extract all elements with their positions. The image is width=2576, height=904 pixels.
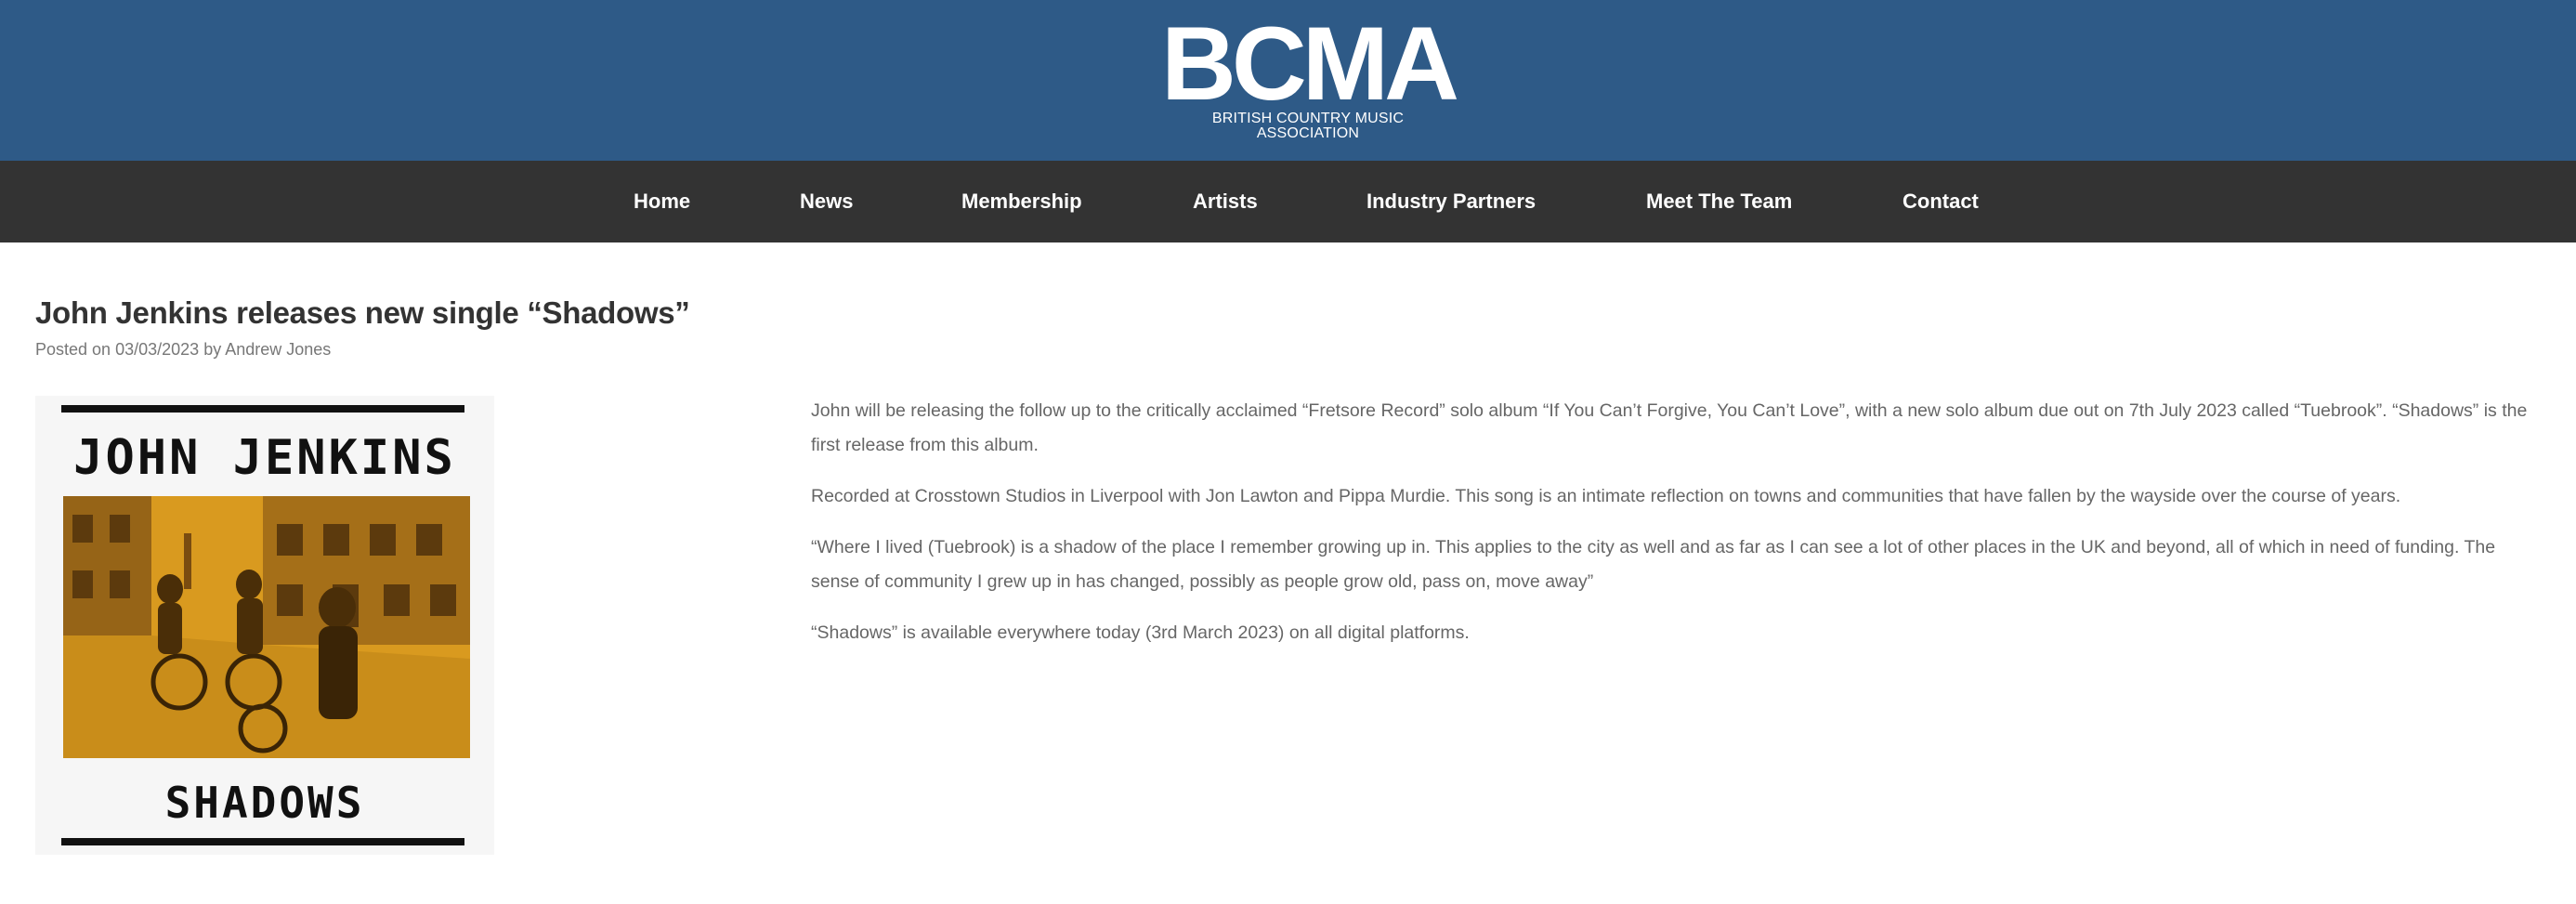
cover-artist-name: JOHN JENKINS — [73, 430, 456, 486]
post-content: John will be releasing the follow up to … — [811, 394, 2548, 667]
post-author-link[interactable]: Andrew Jones — [225, 340, 331, 359]
post-title: John Jenkins releases new single “Shadow… — [35, 295, 690, 330]
nav-item-artists[interactable]: Artists — [1193, 161, 1258, 242]
cover-single-title: SHADOWS — [164, 778, 365, 828]
post-meta-by: by — [203, 340, 222, 359]
nav-item-meet-the-team[interactable]: Meet The Team — [1646, 161, 1792, 242]
cover-bottom-rule — [61, 838, 464, 845]
single-cover-image: JOHN JENKINS SHADOWS — [35, 396, 494, 855]
site-logo[interactable]: BCMA BRITISH COUNTRY MUSIC ASSOCIATION — [1159, 6, 1459, 141]
nav-item-membership[interactable]: Membership — [961, 161, 1082, 242]
main-nav: Home News Membership Artists Industry Pa… — [0, 161, 2576, 242]
nav-item-industry-partners[interactable]: Industry Partners — [1366, 161, 1536, 242]
cover-photo-illustration — [63, 496, 470, 758]
cover-top-rule — [61, 405, 464, 413]
nav-item-contact[interactable]: Contact — [1903, 161, 1979, 242]
post-meta-prefix: Posted on — [35, 340, 111, 359]
post-meta: Posted on 03/03/2023 by Andrew Jones — [35, 340, 331, 360]
post-paragraph: “Where I lived (Tuebrook) is a shadow of… — [811, 537, 2496, 592]
post-paragraph: John will be releasing the follow up to … — [811, 400, 2528, 455]
site-header: BCMA BRITISH COUNTRY MUSIC ASSOCIATION — [0, 0, 2576, 161]
logo-wordmark: BCMA — [1161, 6, 1459, 122]
nav-item-news[interactable]: News — [800, 161, 853, 242]
post-paragraph: “Shadows” is available everywhere today … — [811, 622, 1470, 643]
cover-photo — [63, 496, 470, 758]
post-date-link[interactable]: 03/03/2023 — [115, 340, 199, 359]
post-paragraph: Recorded at Crosstown Studios in Liverpo… — [811, 486, 2401, 506]
nav-item-home[interactable]: Home — [634, 161, 690, 242]
